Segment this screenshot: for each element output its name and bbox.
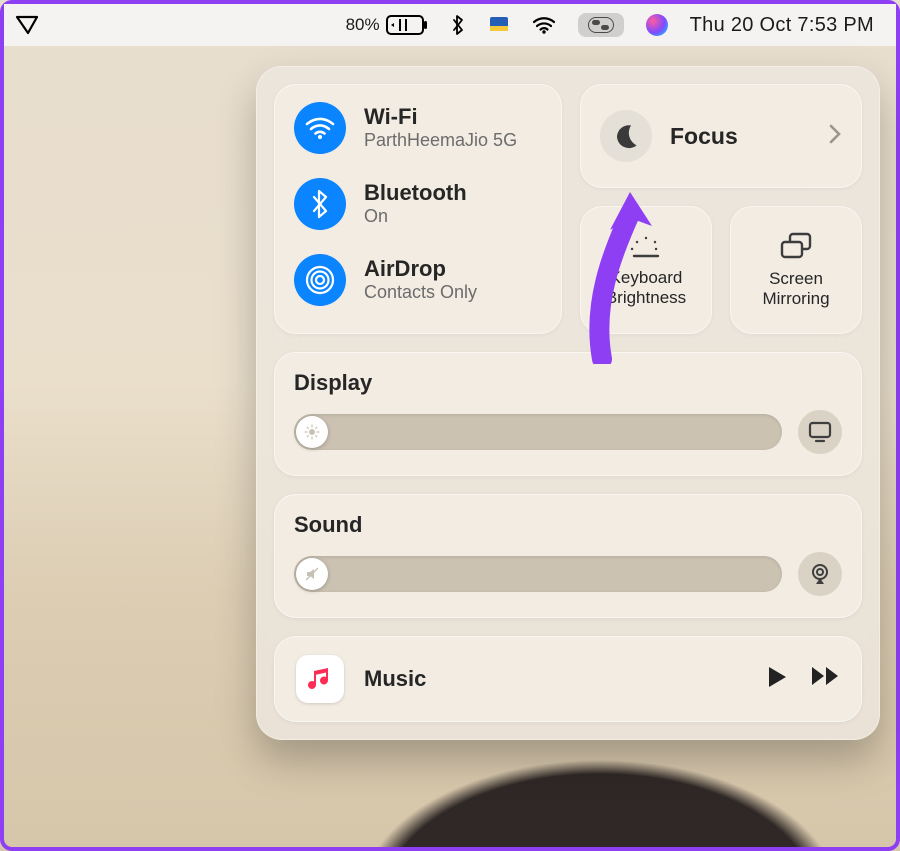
battery-charging-icon (386, 15, 428, 35)
wifi-icon (294, 102, 346, 154)
brightness-thumb-icon (296, 416, 328, 448)
screen-mirroring-line1: Screen (762, 269, 829, 289)
display-settings-button[interactable] (798, 410, 842, 454)
focus-toggle[interactable]: Focus (580, 84, 862, 188)
control-center-icon (588, 17, 614, 33)
airdrop-icon (294, 254, 346, 306)
airdrop-subtitle: Contacts Only (364, 282, 477, 303)
keyboard-brightness-line2: Brightness (606, 288, 686, 308)
focus-label: Focus (670, 123, 738, 150)
airplay-audio-icon (808, 562, 832, 586)
siri-menu-icon[interactable] (646, 14, 668, 36)
next-track-button[interactable] (810, 665, 840, 694)
wifi-title: Wi-Fi (364, 105, 517, 128)
screen-mirroring-icon (778, 231, 814, 261)
airdrop-title: AirDrop (364, 257, 477, 280)
keyboard-brightness-button[interactable]: Keyboard Brightness (580, 206, 712, 334)
menubar-leading-icon[interactable] (14, 14, 40, 36)
siri-icon (646, 14, 668, 36)
now-playing-module[interactable]: Music (274, 636, 862, 722)
display-icon (808, 421, 832, 443)
fast-forward-icon (810, 665, 840, 687)
display-title: Display (294, 370, 842, 396)
sound-title: Sound (294, 512, 842, 538)
play-icon (766, 665, 788, 689)
wifi-toggle[interactable]: Wi-Fi ParthHeemaJio 5G (294, 102, 542, 154)
wifi-menu-icon[interactable] (532, 15, 556, 35)
keyboard-brightness-icon (628, 232, 664, 260)
bluetooth-title: Bluetooth (364, 181, 467, 204)
display-brightness-slider[interactable] (294, 414, 782, 450)
third-party-menu-icon[interactable] (488, 15, 510, 35)
sound-module: Sound (274, 494, 862, 618)
control-center-menu-icon[interactable] (578, 13, 624, 37)
wifi-subtitle: ParthHeemaJio 5G (364, 130, 517, 151)
moon-icon (600, 110, 652, 162)
bluetooth-toggle[interactable]: Bluetooth On (294, 178, 542, 230)
connectivity-card: Wi-Fi ParthHeemaJio 5G Bluetooth On Ai (274, 84, 562, 334)
clock[interactable]: Thu 20 Oct 7:53 PM (690, 14, 874, 37)
screen-mirroring-button[interactable]: Screen Mirroring (730, 206, 862, 334)
battery-status[interactable]: 80% (346, 15, 428, 35)
bluetooth-subtitle: On (364, 206, 467, 227)
bluetooth-menu-icon[interactable] (450, 14, 466, 36)
play-button[interactable] (766, 665, 788, 694)
menu-bar: 80% Thu 20 Oct 7:53 PM (4, 4, 896, 46)
now-playing-label: Music (364, 666, 426, 692)
bluetooth-icon (294, 178, 346, 230)
music-app-icon (296, 655, 344, 703)
volume-mute-thumb-icon (296, 558, 328, 590)
display-module: Display (274, 352, 862, 476)
airdrop-toggle[interactable]: AirDrop Contacts Only (294, 254, 542, 306)
battery-percentage: 80% (346, 15, 380, 35)
screen-mirroring-line2: Mirroring (762, 289, 829, 309)
control-center-panel: Wi-Fi ParthHeemaJio 5G Bluetooth On Ai (256, 66, 880, 740)
keyboard-brightness-line1: Keyboard (606, 268, 686, 288)
sound-volume-slider[interactable] (294, 556, 782, 592)
airplay-audio-button[interactable] (798, 552, 842, 596)
chevron-right-icon[interactable] (828, 123, 842, 150)
